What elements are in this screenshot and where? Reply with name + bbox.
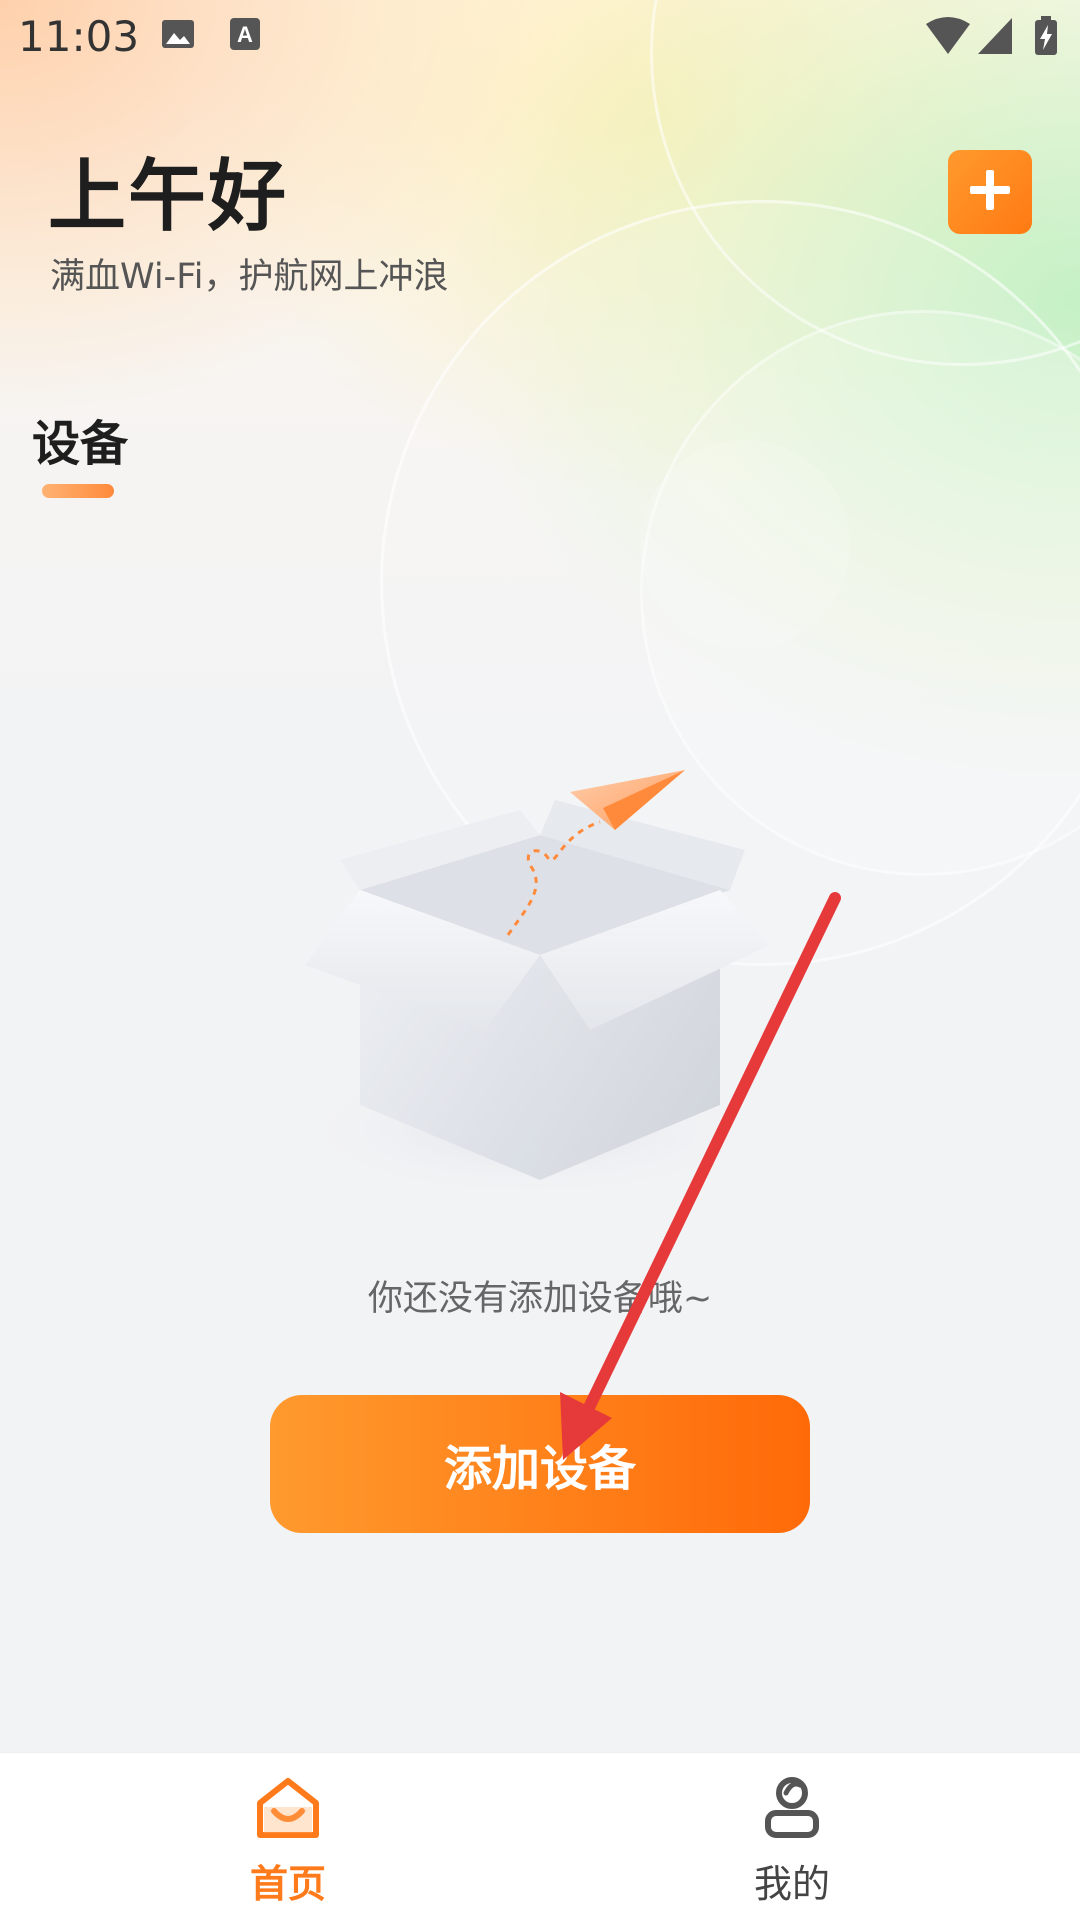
nav-label-home: 首页	[249, 1862, 326, 1906]
profile-icon	[762, 1775, 822, 1843]
empty-state-message: 你还没有添加设备哦~	[367, 1279, 713, 1319]
battery-charging-icon	[1034, 16, 1058, 60]
nav-item-mine[interactable]: 我的	[522, 1753, 1062, 1921]
greeting-subtitle: 满血Wi-Fi，护航网上冲浪	[50, 257, 449, 297]
empty-box-illustration	[270, 740, 790, 1220]
home-icon	[254, 1775, 322, 1843]
greeting-title: 上午好	[48, 152, 289, 242]
tab-active-indicator	[42, 484, 114, 498]
signal-icon	[976, 16, 1014, 60]
tab-devices[interactable]: 设备	[32, 404, 128, 474]
svg-text:A: A	[237, 22, 253, 47]
image-icon	[160, 16, 196, 56]
decor-circle	[640, 440, 850, 650]
plus-icon	[966, 166, 1014, 218]
add-device-button[interactable]: 添加设备	[270, 1395, 810, 1533]
nav-item-home[interactable]: 首页	[18, 1753, 558, 1921]
wifi-icon	[924, 16, 972, 60]
status-time: 11:03	[18, 12, 140, 61]
add-device-plus-button[interactable]	[948, 150, 1032, 234]
nav-label-mine: 我的	[753, 1862, 830, 1906]
bottom-navigation: 首页 我的	[0, 1752, 1080, 1921]
status-bar: 11:03 A	[0, 0, 1080, 76]
text-icon: A	[228, 16, 262, 56]
